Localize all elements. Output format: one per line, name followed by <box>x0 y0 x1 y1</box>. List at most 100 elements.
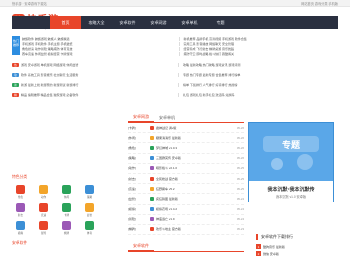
subnav-row-right[interactable]: 实用工具 影音播放 网络聊天 安全管理 <box>182 42 339 46</box>
list-item-title: 糖果消消乐 最新版 <box>156 135 181 140</box>
subnav-row-right[interactable]: 礼包 游戏礼包 新手礼包 激活码 兑换码 <box>181 93 338 97</box>
category-cell[interactable]: 益智 <box>81 203 98 217</box>
subnav-row-right[interactable]: 专题 热门专题 最新专题 合集推荐 排行榜单 <box>181 73 338 77</box>
category-cell[interactable]: 卡牌 <box>58 203 75 217</box>
list-item[interactable]: [休闲] 糖果消消乐 最新版 05-26 <box>128 133 244 144</box>
list-item-tag: [棋牌] <box>128 227 136 232</box>
app-thumb-icon <box>150 227 154 232</box>
list-item[interactable]: [卡牌] 魔神战记 满v版 05-26 <box>128 123 244 134</box>
nav-item-home[interactable]: 首页 <box>50 16 81 29</box>
app-thumb-icon <box>150 196 154 201</box>
subnav-row: 魅族软件 魅族游戏 魅族人 魅族精选 新机推荐 品牌手机 高清视频 手机游戏 软… <box>12 36 338 41</box>
category-label: 益智 <box>86 214 93 217</box>
subnav-row-left[interactable]: 精品 编辑推荐 精品合集 独家游戏 必备软件 <box>19 93 176 97</box>
row-tag: 精 <box>12 92 19 97</box>
rank-name: 酷狗音乐 最新版 <box>263 244 285 249</box>
subnav-row-left[interactable]: 软件 系统工具 影音娱乐 社交聊天 生活服务 <box>19 73 176 77</box>
category-icon <box>85 185 94 194</box>
category-cell[interactable]: 角色 <box>12 185 29 199</box>
subnav-row-right[interactable]: 榜单 下载排行 人气排行 好评排行 热搜榜 <box>181 83 338 87</box>
list-item-title: 魔神战记 满v版 <box>156 125 177 130</box>
nav-item-online-games[interactable]: 安卓网游 <box>143 16 174 29</box>
subnav-row-left[interactable]: 游戏 安卓游戏 单机游戏 网络游戏 休闲益智 <box>19 63 176 67</box>
topbar-right[interactable]: 网站首页 游戏分类 手机版 <box>301 1 338 6</box>
list-item[interactable]: [竞速] 狂野飙车 v5.2 05-25 <box>128 184 244 195</box>
category-cell[interactable]: 体育 <box>81 221 98 235</box>
tab-online-games[interactable]: 安卓网游 <box>128 114 154 122</box>
category-cell[interactable]: 模拟 <box>12 221 29 235</box>
category-cell[interactable]: 射击 <box>12 203 29 217</box>
subnav-row-right[interactable]: 新机推荐 品牌手机 高清视频 手机游戏 软件合集 <box>182 37 339 41</box>
subnav-row-left[interactable]: 赛车竞速 休闲益智 模拟经营 卡牌游戏 <box>20 52 177 56</box>
category-label: 动作 <box>40 196 47 199</box>
list-item-tag: [竞速] <box>128 186 136 191</box>
category-icon <box>62 185 71 194</box>
download-ranking: 安卓软件下载排行 1 酷狗音乐 最新版 2 微信 安卓版 <box>256 234 336 257</box>
list-item[interactable]: [策略] 三国群英传 安卓版 05-26 <box>128 154 244 164</box>
list-item[interactable]: [射击] 全民枪战 官方版 05-25 <box>128 174 244 185</box>
category-cell[interactable]: 竞速 <box>35 203 52 217</box>
promo-badge: 专题 <box>282 139 301 151</box>
ranking-item[interactable]: 2 微信 安卓版 <box>256 250 336 257</box>
bottom-tabs: 安卓软件 <box>128 243 244 253</box>
subnav-row-left[interactable]: 角色扮演 动作冒险 策略塔防 体育竞技 <box>20 47 177 51</box>
side-title: 特色分类 <box>12 175 28 179</box>
category-label: 冒险 <box>40 232 47 235</box>
list-item[interactable]: [冒险] 神庙逃亡 v1.9 05-24 <box>128 215 244 225</box>
tab-apps[interactable]: 安卓软件 <box>128 243 154 252</box>
list-item-title: 欢乐斗地主 官方版 <box>156 227 181 232</box>
tab-single-games[interactable]: 安卓单机 <box>154 115 180 122</box>
list-item-date: 05-26 <box>236 156 244 161</box>
category-icon <box>16 221 25 230</box>
list-item-title: 神庙逃亡 v1.9 <box>156 217 175 222</box>
category-icon <box>16 203 25 212</box>
category-cell[interactable]: 休闲 <box>58 185 75 199</box>
app-thumb-icon <box>150 135 154 140</box>
promo-caption: 我本沉默·我本沉默传 我本沉默 v1.0 安卓版 <box>249 181 333 203</box>
list-item[interactable]: [益智] 疯狂猜图 最新版 05-24 <box>128 194 244 205</box>
game-list: [卡牌] 魔神战记 满v版 05-26 [休闲] 糖果消消乐 最新版 05-26 [角色… <box>128 123 244 236</box>
subnav-row: 新 新游 最新上线 新游预约 新游测试 新游排行 榜单 下载排行 人气排行 好评… <box>12 80 338 90</box>
category-label: 策略 <box>86 196 93 199</box>
subnav-row-left[interactable]: 新游 最新上线 新游预约 新游测试 新游排行 <box>19 83 176 87</box>
list-item[interactable]: [模拟] 模拟农场 v1.4.2 05-24 <box>128 205 244 215</box>
list-item-title: 狂野飙车 v5.2 <box>156 186 175 191</box>
list-item-date: 05-24 <box>236 217 244 222</box>
top-bar: 快手游 · 安卓游戏下载站 网站首页 游戏分类 手机版 <box>0 0 350 7</box>
subnav-row-left[interactable]: 手机游戏 手机软件 手机主题 手机壁纸 <box>20 42 177 46</box>
list-item-tag: [模拟] <box>128 207 136 212</box>
subnav-row-left[interactable]: 魅族软件 魅族游戏 魅族人 魅族精选 <box>20 37 177 41</box>
category-cell[interactable]: 冒险 <box>35 221 52 235</box>
subnav-row: 手机游戏 手机软件 手机主题 手机壁纸 实用工具 影音播放 网络聊天 安全管理 <box>12 41 338 46</box>
promo-illustration-icon: 专题 <box>263 136 319 170</box>
row-tag: 软 <box>12 72 19 77</box>
category-cell[interactable]: 策略 <box>81 185 98 199</box>
subnav-row: 赛车竞速 休闲益智 模拟经营 卡牌游戏 塔防守卫 即时战略 格斗快打 跑酷闯关 <box>12 52 338 57</box>
nav-item-topics[interactable]: 专题 <box>205 16 236 29</box>
app-thumb-icon <box>150 125 154 130</box>
category-label: 卡牌 <box>63 214 70 217</box>
promo-name: 我本沉默·我本沉默传 <box>267 186 315 193</box>
ranking-item[interactable]: 1 酷狗音乐 最新版 <box>256 243 336 250</box>
category-cell[interactable]: 动作 <box>35 185 52 199</box>
list-item-title: 疯狂猜图 最新版 <box>156 196 178 201</box>
subnav-row-right[interactable]: 经营养成 飞行射击 棋牌桌游 音乐舞蹈 <box>182 47 339 51</box>
rank-number: 2 <box>256 251 261 256</box>
list-item-tag: [冒险] <box>128 217 136 222</box>
promo-banner[interactable]: 专题 我本沉默·我本沉默传 我本沉默 v1.0 安卓版 <box>248 122 334 203</box>
nav-item-guides[interactable]: 攻略大全 <box>81 16 112 29</box>
nav-item-apps[interactable]: 安卓软件 <box>112 16 143 29</box>
list-item[interactable]: [动作] 暗影格斗 v2.1.0 05-25 <box>128 164 244 174</box>
list-item[interactable]: [角色] 梦幻神域 v1.0.3 05-26 <box>128 143 244 154</box>
category-icon <box>39 221 48 230</box>
app-thumb-icon <box>150 166 154 171</box>
subnav-row-right[interactable]: 塔防守卫 即时战略 格斗快打 跑酷闯关 <box>182 52 339 56</box>
subnav-row: 精 精品 编辑推荐 精品合集 独家游戏 必备软件 礼包 游戏礼包 新手礼包 激活… <box>12 90 338 100</box>
category-cell[interactable]: 棋牌 <box>58 221 75 235</box>
nav-item-single-games[interactable]: 安卓单机 <box>174 16 205 29</box>
subnav-row-right[interactable]: 攻略 最新攻略 热门攻略 游戏资讯 游戏评测 <box>181 63 338 67</box>
app-thumb-icon <box>150 186 154 191</box>
list-item[interactable]: [棋牌] 欢乐斗地主 官方版 05-23 <box>128 225 244 236</box>
category-icon <box>62 221 71 230</box>
list-item-tag: [角色] <box>128 145 136 150</box>
